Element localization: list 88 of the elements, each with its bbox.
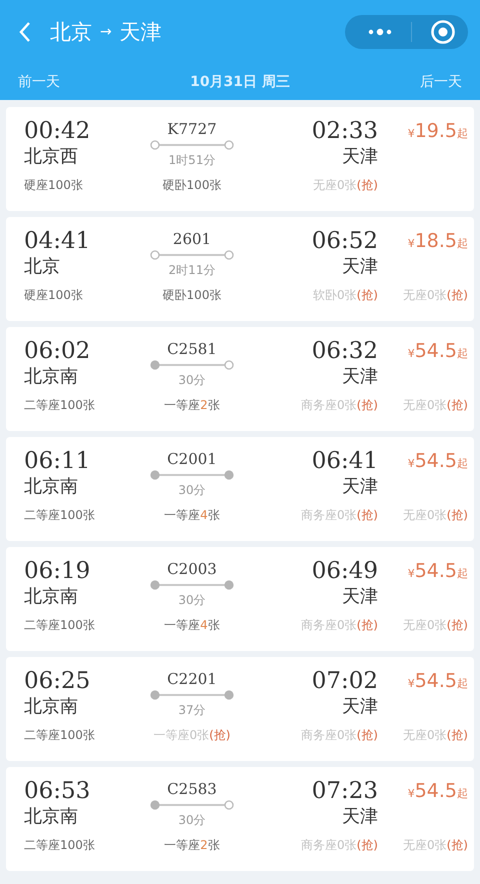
departure-time: 00:42: [24, 117, 90, 145]
train-number: C2001: [167, 449, 217, 469]
capsule-menu[interactable]: [345, 15, 468, 49]
departure-time: 06:02: [24, 337, 90, 365]
duration: 37分: [178, 702, 206, 719]
train-number: C2201: [167, 669, 217, 689]
seat-availability: 硬卧100张: [162, 177, 222, 193]
seat-availability: 商务座0张(抢): [300, 727, 378, 743]
arrival-station: 天津: [342, 805, 378, 829]
seat-availability: 无座0张(抢): [402, 397, 468, 413]
train-number: K7727: [167, 119, 217, 139]
seat-availability: 一等座4张: [164, 507, 220, 523]
train-card[interactable]: 06:53 北京南 C2583 30分 07:23 天津 ¥54.5起 二等座100张 一等座2张 商务座0张(抢) 无座0张(抢): [6, 767, 474, 871]
train-card[interactable]: 00:42 北京西 K7727 1时51分 02:33 天津 ¥19.5起 硬座100张 硬卧100张 无座0张(抢): [6, 107, 474, 211]
seat-availability: 二等座100张: [24, 837, 95, 853]
seat-availability: 二等座100张: [24, 617, 95, 633]
seat-availability: 二等座100张: [24, 507, 95, 523]
arrival-station: 天津: [342, 695, 378, 719]
arrival-time: 06:41: [312, 447, 378, 475]
arrival-time: 06:32: [312, 337, 378, 365]
train-card[interactable]: 06:25 北京南 C2201 37分 07:02 天津 ¥54.5起 二等座100张 一等座0张(抢) 商务座0张(抢) 无座0张(抢): [6, 657, 474, 761]
seat-availability: 商务座0张(抢): [300, 397, 378, 413]
duration: 30分: [178, 812, 206, 829]
departure-station: 北京: [24, 255, 60, 279]
seat-availability: 一等座2张: [164, 397, 220, 413]
departure-time: 06:19: [24, 557, 90, 585]
seat-availability: 无座0张(抢): [402, 507, 468, 523]
arrival-station: 天津: [342, 145, 378, 169]
departure-time: 06:53: [24, 777, 90, 805]
train-card[interactable]: 06:02 北京南 C2581 30分 06:32 天津 ¥54.5起 二等座100张 一等座2张 商务座0张(抢) 无座0张(抢): [6, 327, 474, 431]
duration: 30分: [178, 482, 206, 499]
seat-availability: 无座0张(抢): [402, 837, 468, 853]
price: ¥18.5起: [408, 229, 468, 254]
seat-availability: 无座0张(抢): [402, 617, 468, 633]
seat-availability: 二等座100张: [24, 397, 95, 413]
arrival-time: 07:23: [312, 777, 378, 805]
seat-availability: 二等座100张: [24, 727, 95, 743]
arrival-time: 07:02: [312, 667, 378, 695]
train-card[interactable]: 06:19 北京南 C2003 30分 06:49 天津 ¥54.5起 二等座100张 一等座4张 商务座0张(抢) 无座0张(抢): [6, 547, 474, 651]
more-icon[interactable]: [367, 27, 393, 37]
departure-station: 北京南: [24, 585, 78, 609]
train-number: C2003: [167, 559, 217, 579]
seat-availability: 无座0张(抢): [402, 727, 468, 743]
price: ¥54.5起: [408, 779, 468, 804]
seat-availability: 一等座4张: [164, 617, 220, 633]
route-title: 北京 → 天津: [50, 19, 163, 46]
duration: 30分: [178, 592, 206, 609]
departure-time: 06:11: [24, 447, 90, 475]
seat-availability: 商务座0张(抢): [300, 507, 378, 523]
train-card[interactable]: 04:41 北京 2601 2时11分 06:52 天津 ¥18.5起 硬座100张 硬卧100张 软卧0张(抢) 无座0张(抢): [6, 217, 474, 321]
seat-availability: 一等座2张: [164, 837, 220, 853]
arrival-station: 天津: [342, 255, 378, 279]
seat-availability: 硬座100张: [24, 177, 83, 193]
train-number: C2583: [167, 779, 217, 799]
departure-station: 北京南: [24, 805, 78, 829]
duration: 2时11分: [168, 262, 216, 279]
train-card[interactable]: 06:11 北京南 C2001 30分 06:41 天津 ¥54.5起 二等座100张 一等座4张 商务座0张(抢) 无座0张(抢): [6, 437, 474, 541]
seat-availability: 一等座0张(抢): [153, 727, 230, 743]
seat-availability: 无座0张(抢): [312, 177, 378, 193]
seat-availability: 硬卧100张: [162, 287, 222, 303]
seat-availability: 商务座0张(抢): [300, 837, 378, 853]
price: ¥54.5起: [408, 339, 468, 364]
arrival-time: 06:52: [312, 227, 378, 255]
arrival-station: 天津: [342, 585, 378, 609]
arrival-time: 06:49: [312, 557, 378, 585]
departure-station: 北京南: [24, 365, 78, 389]
seat-availability: 商务座0张(抢): [300, 617, 378, 633]
seat-availability: 硬座100张: [24, 287, 83, 303]
departure-station: 北京南: [24, 695, 78, 719]
train-number: C2581: [167, 339, 217, 359]
departure-station: 北京南: [24, 475, 78, 499]
departure-station: 北京西: [24, 145, 78, 169]
duration: 30分: [178, 372, 206, 389]
price: ¥19.5起: [408, 119, 468, 144]
train-number: 2601: [172, 229, 212, 249]
price: ¥54.5起: [408, 449, 468, 474]
current-date: 10月31日 周三: [190, 73, 290, 91]
departure-time: 04:41: [24, 227, 90, 255]
duration: 1时51分: [168, 152, 216, 169]
arrival-station: 天津: [342, 475, 378, 499]
departure-time: 06:25: [24, 667, 90, 695]
price: ¥54.5起: [408, 669, 468, 694]
arrival-station: 天津: [342, 365, 378, 389]
price: ¥54.5起: [408, 559, 468, 584]
arrival-time: 02:33: [312, 117, 378, 145]
seat-availability: 无座0张(抢): [402, 287, 468, 303]
back-icon[interactable]: [18, 21, 32, 43]
seat-availability: 软卧0张(抢): [312, 287, 378, 303]
